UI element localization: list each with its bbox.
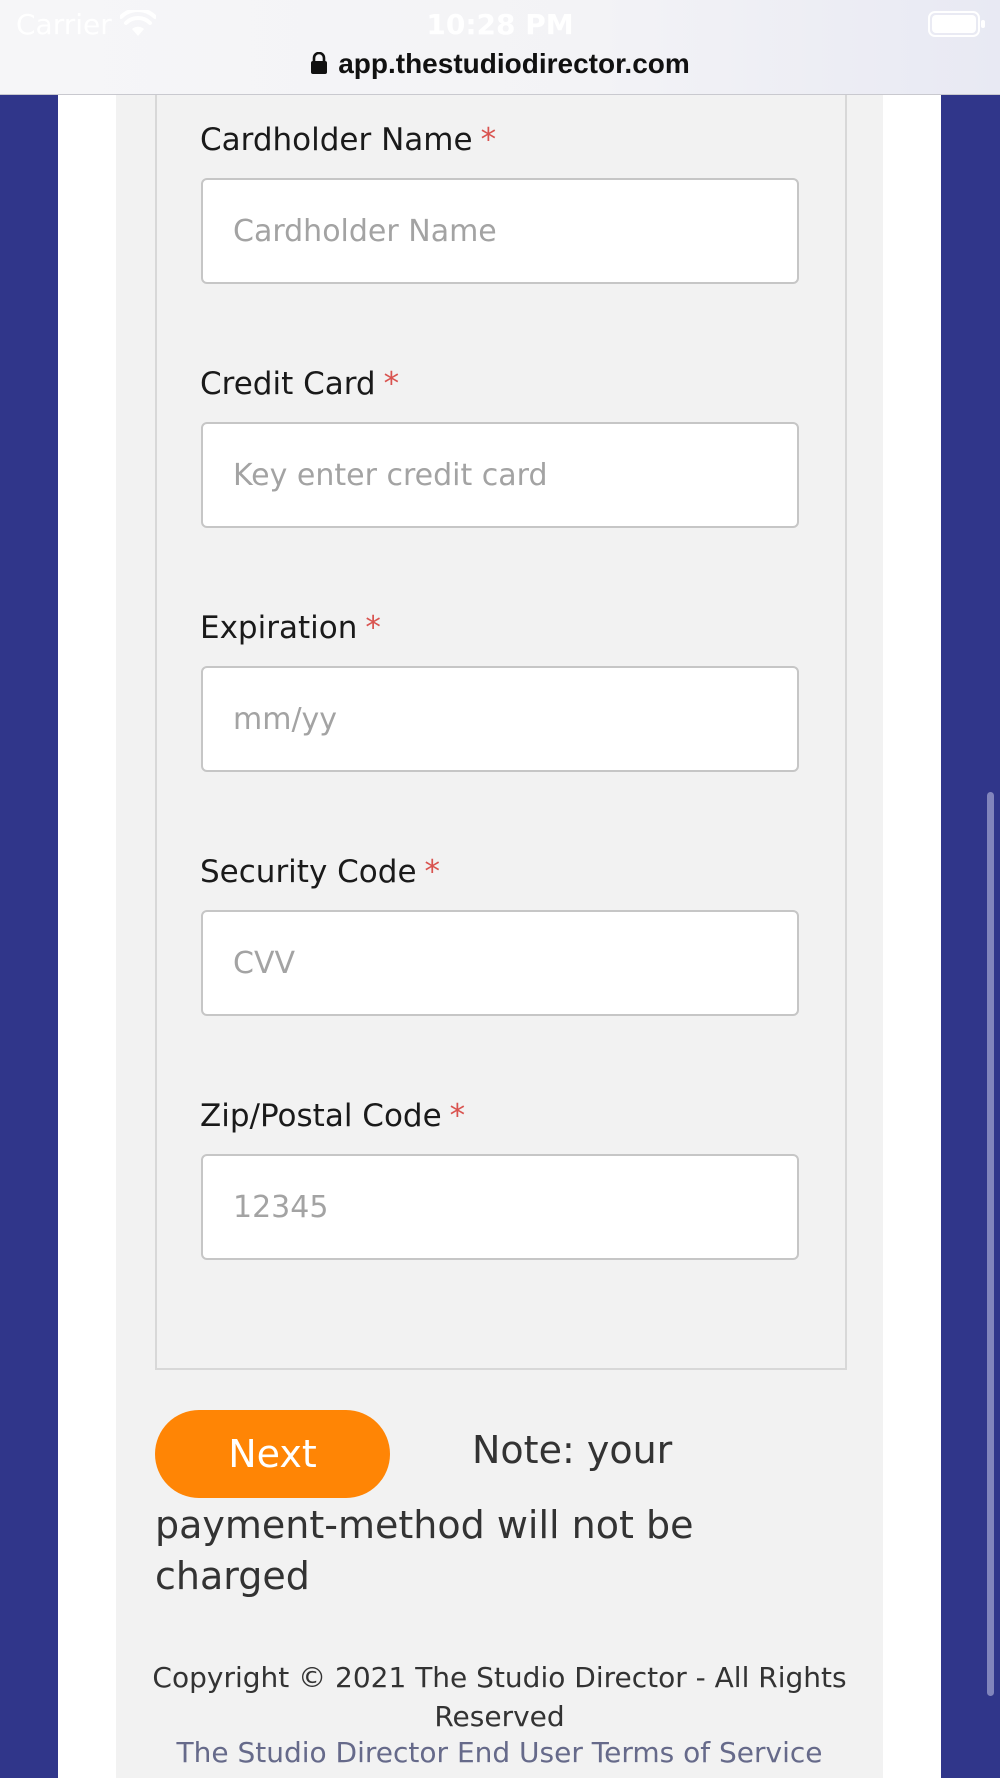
required-star: *	[383, 366, 400, 402]
field-label-text: Credit Card	[200, 366, 376, 402]
required-star: *	[365, 610, 381, 646]
terms-of-service-link[interactable]: The Studio Director End User Terms of Se…	[116, 1736, 883, 1769]
expiration-label: Expiration *	[200, 610, 381, 646]
battery-icon	[928, 11, 985, 37]
field-label-text: Zip/Postal Code	[200, 1098, 442, 1134]
zip-code-input[interactable]	[201, 1154, 799, 1260]
copyright-text: Copyright © 2021 The Studio Director - A…	[152, 1661, 847, 1733]
required-star: *	[480, 122, 497, 158]
credit-card-input[interactable]	[201, 422, 799, 528]
expiration-input[interactable]	[201, 666, 799, 772]
security-code-label: Security Code *	[200, 854, 440, 890]
url-text: app.thestudiodirector.com	[338, 48, 690, 79]
status-time: 10:28 PM	[426, 8, 574, 41]
credit-card-label: Credit Card *	[200, 366, 399, 402]
required-star: *	[449, 1098, 466, 1134]
required-star: *	[424, 854, 441, 890]
cardholder-name-label: Cardholder Name *	[200, 122, 496, 158]
payment-note-line-2: payment-method will not be charged	[155, 1503, 694, 1598]
security-code-input[interactable]	[201, 910, 799, 1016]
field-label-text: Expiration	[200, 610, 358, 646]
next-button[interactable]: Next	[155, 1410, 390, 1498]
scrollbar-thumb[interactable]	[987, 792, 994, 1696]
zip-code-label: Zip/Postal Code *	[200, 1098, 465, 1134]
field-label-text: Cardholder Name	[200, 122, 473, 158]
field-label-text: Security Code	[200, 854, 417, 890]
payment-note-line-1: Note: your	[472, 1428, 673, 1472]
lock-icon	[311, 52, 328, 74]
address-bar[interactable]: app.thestudiodirector.com	[0, 44, 1000, 84]
browser-status-bar: Carrier 10:28 PM app.thestudiodirector.c…	[0, 0, 1000, 95]
cardholder-name-input[interactable]	[201, 178, 799, 284]
